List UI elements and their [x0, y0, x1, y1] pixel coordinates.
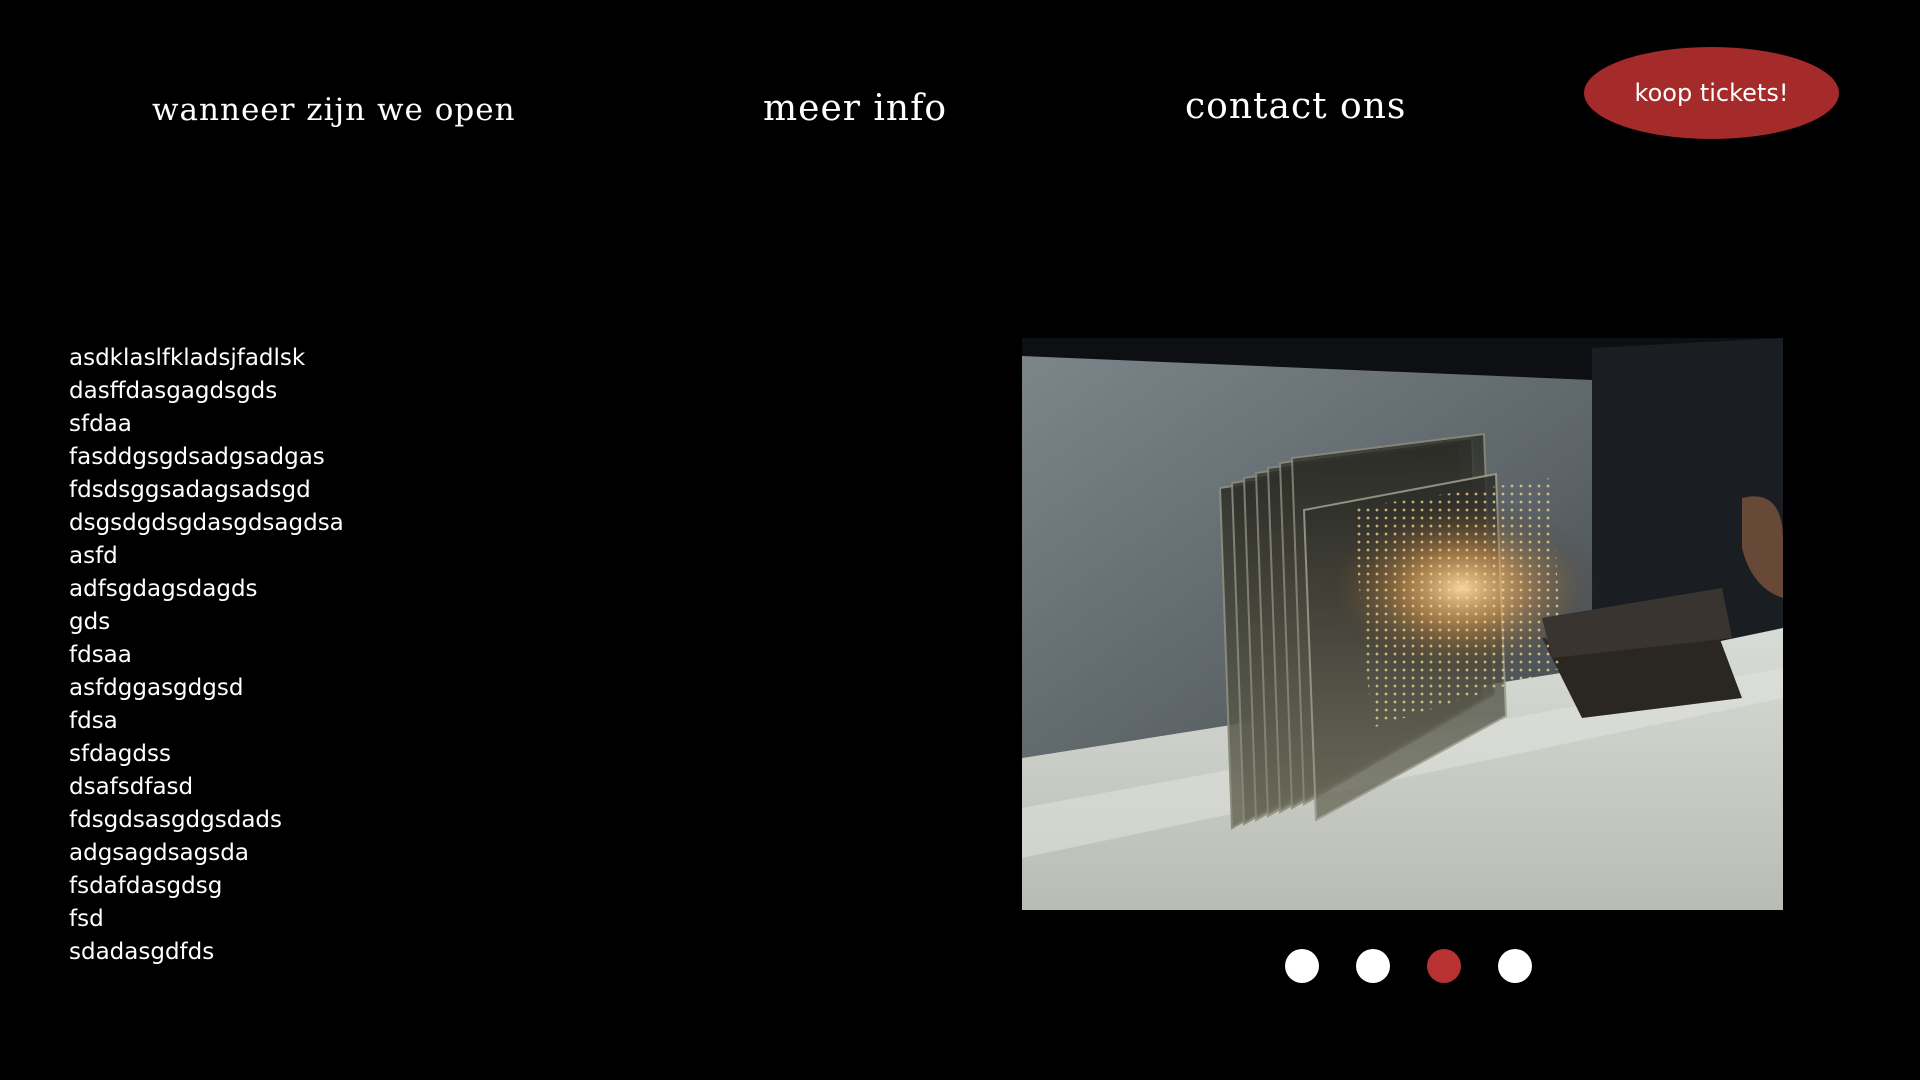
text-list: asdklaslfkladsjfadlsk dasffdasgagdsgds s…	[69, 342, 344, 969]
buy-tickets-button[interactable]: koop tickets!	[1584, 47, 1839, 139]
carousel-dot-3-active[interactable]	[1427, 949, 1461, 983]
list-item: fsd	[69, 906, 104, 932]
list-item: fasddgsgdsadgsadgas	[69, 444, 325, 470]
list-item: fdsaa	[69, 642, 132, 668]
list-item: dsafsdfasd	[69, 774, 194, 800]
list-item: sfdaa	[69, 411, 132, 437]
list-item: sdadasgdfds	[69, 939, 215, 965]
list-item: asdklaslfkladsjfadlsk	[69, 345, 306, 371]
list-item: adfsgdagsdagds	[69, 576, 258, 602]
list-item: gds	[69, 609, 111, 635]
carousel-slide-image	[1022, 338, 1783, 910]
nav-link-more-info[interactable]: meer info	[763, 88, 947, 129]
list-item: fsdafdasgdsg	[69, 873, 223, 899]
list-item: asfdggasgdgsd	[69, 675, 244, 701]
carousel-dot-2[interactable]	[1356, 949, 1390, 983]
list-item: fdsgdsasgdgsdads	[69, 807, 282, 833]
list-item: fdsa	[69, 708, 118, 734]
nav-link-contact[interactable]: contact ons	[1185, 86, 1406, 127]
nav-link-opening-hours[interactable]: wanneer zijn we open	[152, 92, 516, 128]
list-item: asfd	[69, 543, 118, 569]
carousel-dot-1[interactable]	[1285, 949, 1319, 983]
list-item: fdsdsggsadagsadsgd	[69, 477, 311, 503]
list-item: sfdagdss	[69, 741, 171, 767]
list-item: dsgsdgdsgdasgdsagdsa	[69, 510, 344, 536]
list-item: adgsagdsagsda	[69, 840, 249, 866]
list-item: dasffdasgagdsgds	[69, 378, 278, 404]
carousel-dot-4[interactable]	[1498, 949, 1532, 983]
